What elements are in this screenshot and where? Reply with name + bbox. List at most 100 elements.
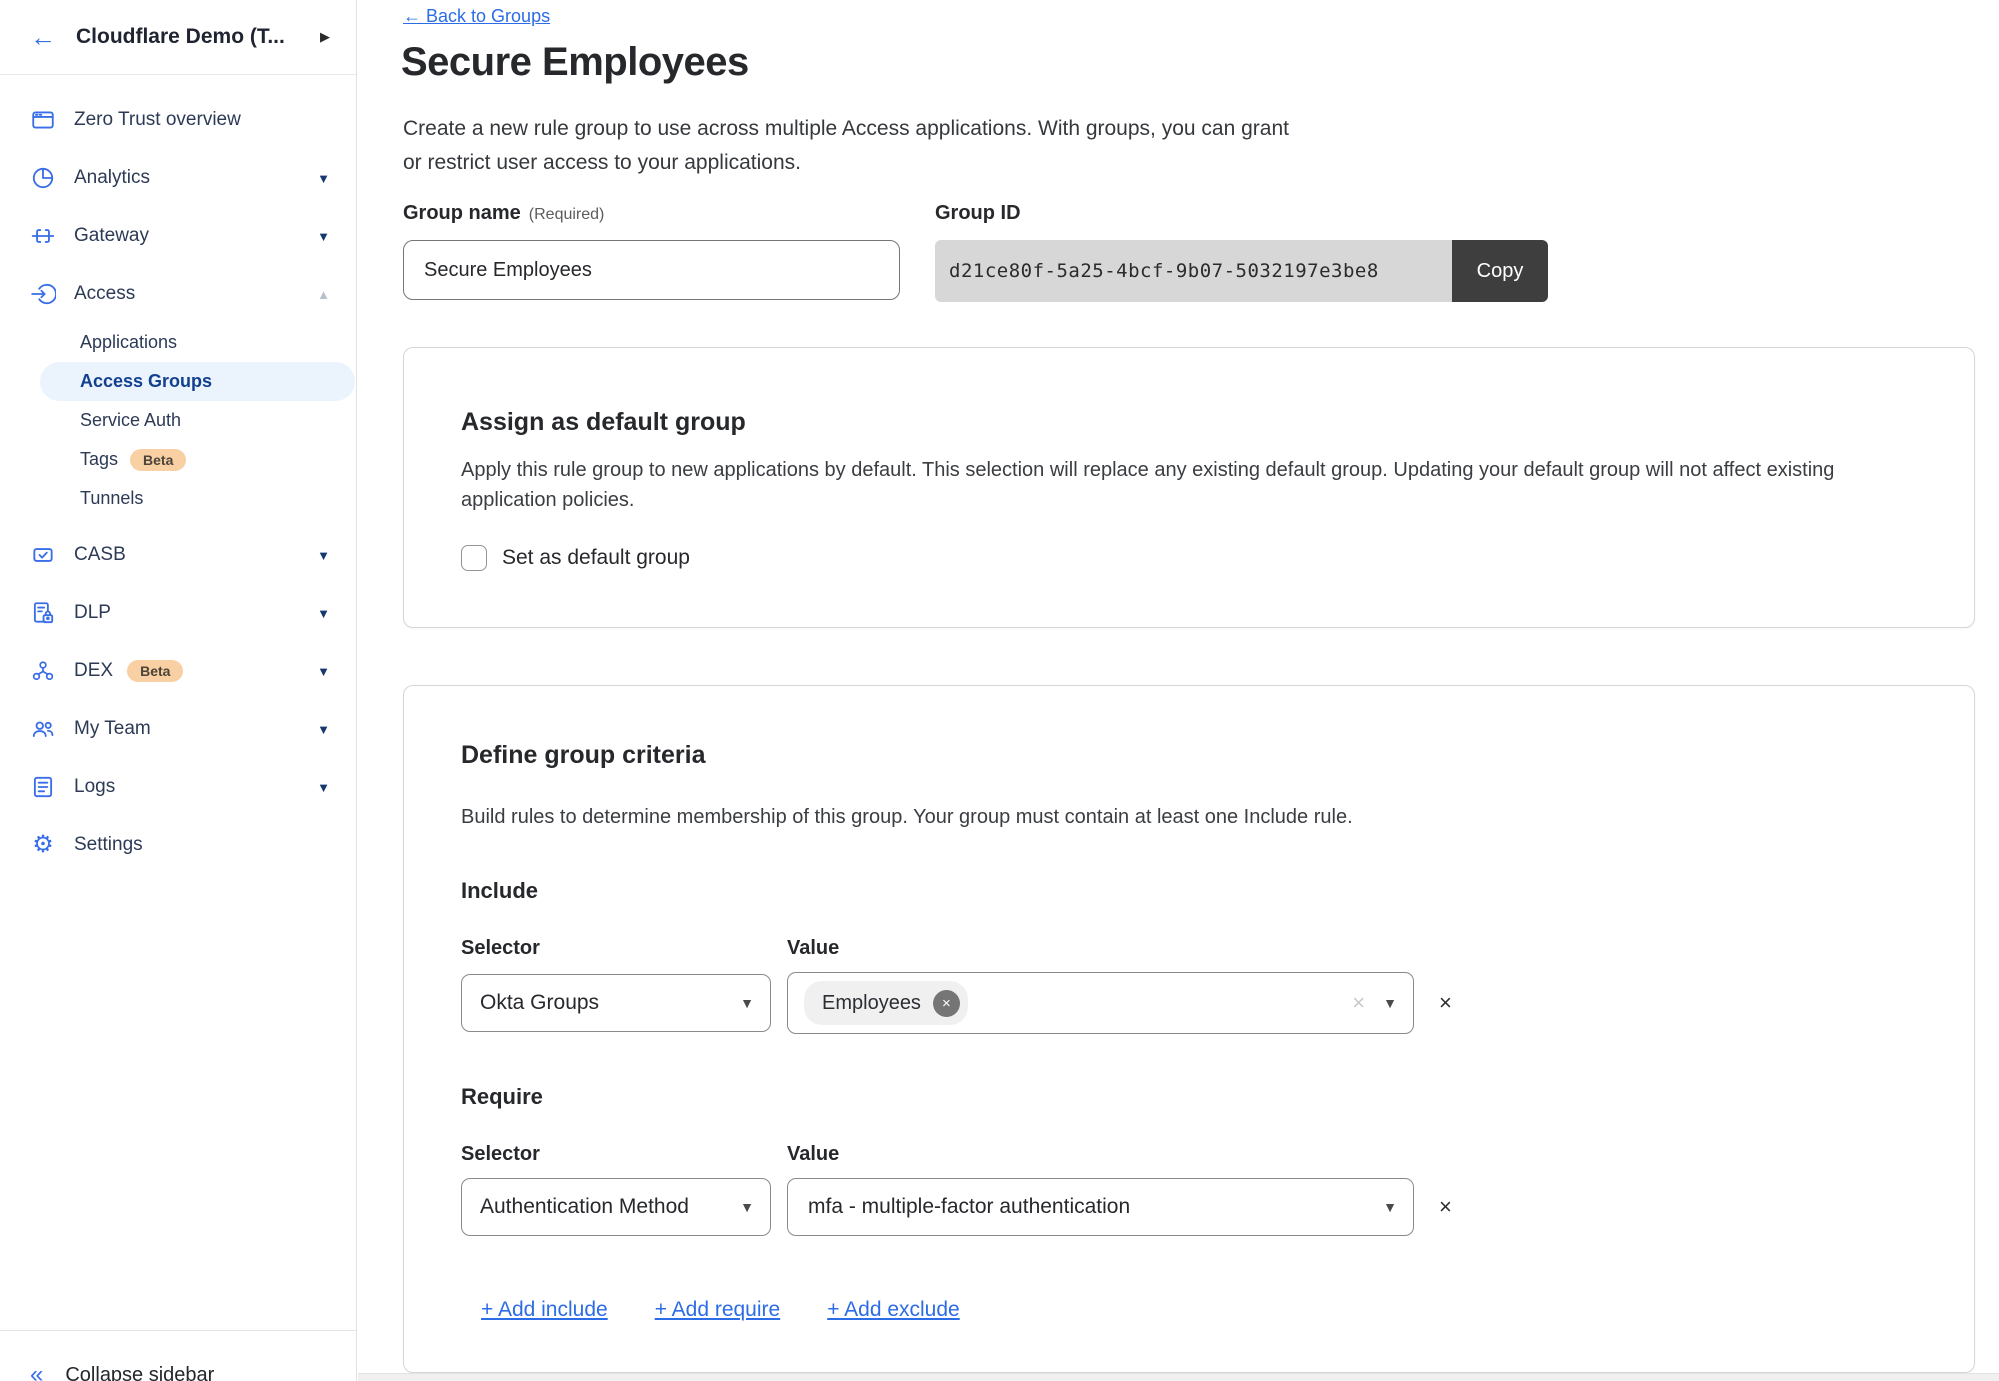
sidebar-item-my-team[interactable]: My Team ▼ bbox=[0, 700, 356, 758]
document-lock-icon bbox=[30, 600, 56, 626]
sidebar-item-label: My Team bbox=[74, 718, 151, 740]
default-group-checkbox[interactable] bbox=[461, 545, 487, 571]
account-name: Cloudflare Demo (T... bbox=[76, 25, 314, 49]
default-group-card-title: Assign as default group bbox=[461, 348, 1934, 437]
group-name-input[interactable] bbox=[403, 240, 900, 300]
require-value-dropdown[interactable]: mfa - multiple-factor authentication ▼ bbox=[787, 1178, 1414, 1236]
group-id-label: Group ID bbox=[935, 202, 1548, 225]
criteria-card-description: Build rules to determine membership of t… bbox=[461, 802, 1921, 832]
group-id-field: Group ID d21ce80f-5a25-4bcf-9b07-5032197… bbox=[935, 202, 1548, 302]
sidebar-item-label: Zero Trust overview bbox=[74, 109, 241, 131]
default-group-card: Assign as default group Apply this rule … bbox=[403, 347, 1975, 628]
group-name-label: Group name bbox=[403, 202, 521, 224]
add-include-link[interactable]: + Add include bbox=[481, 1298, 608, 1322]
include-value-label: Value bbox=[787, 937, 839, 960]
browser-window-icon bbox=[30, 107, 56, 133]
chevron-down-icon[interactable]: ▼ bbox=[317, 229, 330, 244]
sidebar: ← Cloudflare Demo (T... ▶ Zero Trust ove… bbox=[0, 0, 357, 1381]
sidebar-item-label: CASB bbox=[74, 544, 126, 566]
criteria-card: Define group criteria Build rules to det… bbox=[403, 685, 1975, 1373]
beta-badge: Beta bbox=[127, 660, 183, 682]
back-to-groups-link[interactable]: ← Back to Groups bbox=[403, 6, 550, 27]
group-id-value: d21ce80f-5a25-4bcf-9b07-5032197e3be8 bbox=[935, 240, 1452, 302]
require-rule-row: Authentication Method ▼ mfa - multiple-f… bbox=[461, 1178, 1934, 1236]
chevron-down-icon: ▼ bbox=[1383, 1199, 1397, 1215]
default-group-checkbox-label: Set as default group bbox=[502, 546, 690, 570]
sidebar-item-logs[interactable]: Logs ▼ bbox=[0, 758, 356, 816]
sidebar-item-label: Service Auth bbox=[80, 410, 181, 431]
main-content: ← Back to Groups Secure Employees Create… bbox=[358, 0, 1999, 1381]
pie-chart-icon bbox=[30, 165, 56, 191]
page-title: Secure Employees bbox=[401, 40, 749, 85]
sidebar-item-access[interactable]: Access ▲ bbox=[0, 265, 356, 323]
logs-list-icon bbox=[30, 774, 56, 800]
sidebar-item-casb[interactable]: CASB ▼ bbox=[0, 526, 356, 584]
require-selector-dropdown[interactable]: Authentication Method ▼ bbox=[461, 1178, 771, 1236]
chevron-down-icon[interactable]: ▼ bbox=[317, 722, 330, 737]
chevron-down-icon[interactable]: ▼ bbox=[317, 664, 330, 679]
sidebar-item-access-groups[interactable]: Access Groups bbox=[40, 362, 355, 401]
remove-require-rule-icon[interactable]: × bbox=[1439, 1196, 1452, 1218]
sidebar-item-label: Applications bbox=[80, 332, 177, 353]
page-description: Create a new rule group to use across mu… bbox=[403, 112, 1289, 180]
collapse-chevrons-icon: « bbox=[30, 1363, 43, 1381]
beta-badge: Beta bbox=[130, 449, 186, 471]
sidebar-item-label: Settings bbox=[74, 834, 143, 856]
bottom-strip bbox=[358, 1373, 1999, 1381]
sidebar-item-label: Access bbox=[74, 283, 135, 305]
chevron-down-icon: ▼ bbox=[1383, 995, 1397, 1011]
sidebar-item-service-auth[interactable]: Service Auth bbox=[0, 401, 356, 440]
chevron-down-icon[interactable]: ▼ bbox=[317, 780, 330, 795]
copy-button[interactable]: Copy bbox=[1452, 240, 1548, 302]
chevron-down-icon[interactable]: ▼ bbox=[317, 548, 330, 563]
remove-include-rule-icon[interactable]: × bbox=[1439, 992, 1452, 1014]
sidebar-header: ← Cloudflare Demo (T... ▶ bbox=[0, 0, 356, 75]
require-selector-label: Selector bbox=[461, 1143, 787, 1166]
require-value-label: Value bbox=[787, 1143, 839, 1166]
gear-icon: ⚙ bbox=[30, 832, 56, 858]
include-rule-row: Okta Groups ▼ Employees × × ▼ × bbox=[461, 972, 1934, 1034]
require-section-title: Require bbox=[461, 1084, 1934, 1110]
include-selector-dropdown[interactable]: Okta Groups ▼ bbox=[461, 974, 771, 1032]
criteria-card-title: Define group criteria bbox=[461, 686, 1934, 770]
chevron-up-icon[interactable]: ▲ bbox=[317, 287, 330, 302]
sidebar-item-dex[interactable]: DEX Beta ▼ bbox=[0, 642, 356, 700]
default-group-card-description: Apply this rule group to new application… bbox=[461, 455, 1921, 515]
chevron-down-icon[interactable]: ▼ bbox=[317, 171, 330, 186]
sidebar-item-dlp[interactable]: DLP ▼ bbox=[0, 584, 356, 642]
chevron-down-icon: ▼ bbox=[740, 1199, 754, 1215]
clear-values-icon[interactable]: × bbox=[1352, 990, 1365, 1016]
sidebar-item-settings[interactable]: ⚙ Settings bbox=[0, 816, 356, 874]
sidebar-item-label: Logs bbox=[74, 776, 115, 798]
include-section-title: Include bbox=[461, 878, 1934, 904]
back-arrow-icon[interactable]: ← bbox=[30, 24, 56, 50]
add-require-link[interactable]: + Add require bbox=[655, 1298, 781, 1322]
zero-trust-dashboard: ← Cloudflare Demo (T... ▶ Zero Trust ove… bbox=[0, 0, 1999, 1381]
chip-remove-icon[interactable]: × bbox=[933, 990, 960, 1017]
include-value-multiselect[interactable]: Employees × × ▼ bbox=[787, 972, 1414, 1034]
sidebar-item-applications[interactable]: Applications bbox=[0, 323, 356, 362]
account-expand-icon[interactable]: ▶ bbox=[320, 29, 330, 45]
network-nodes-icon bbox=[30, 658, 56, 684]
value-chip: Employees × bbox=[804, 981, 968, 1025]
add-exclude-link[interactable]: + Add exclude bbox=[827, 1298, 960, 1322]
sidebar-nav: Zero Trust overview Analytics ▼ bbox=[0, 75, 356, 874]
sidebar-item-analytics[interactable]: Analytics ▼ bbox=[0, 149, 356, 207]
sidebar-item-gateway[interactable]: Gateway ▼ bbox=[0, 207, 356, 265]
sidebar-item-label: Analytics bbox=[74, 167, 150, 189]
collapse-sidebar-button[interactable]: « Collapse sidebar bbox=[0, 1352, 356, 1381]
sidebar-item-zero-trust-overview[interactable]: Zero Trust overview bbox=[0, 91, 356, 149]
chevron-down-icon[interactable]: ▼ bbox=[317, 606, 330, 621]
required-hint: (Required) bbox=[529, 206, 605, 223]
sidebar-footer-divider bbox=[0, 1330, 356, 1331]
sidebar-item-tunnels[interactable]: Tunnels bbox=[0, 479, 356, 518]
access-login-icon bbox=[30, 281, 56, 307]
sidebar-item-tags[interactable]: Tags Beta bbox=[0, 440, 356, 479]
sidebar-item-label: DEX bbox=[74, 660, 113, 682]
sidebar-item-label: Tags bbox=[80, 449, 118, 470]
gateway-icon bbox=[30, 223, 56, 249]
chevron-down-icon: ▼ bbox=[740, 995, 754, 1011]
team-people-icon bbox=[30, 716, 56, 742]
collapse-sidebar-label: Collapse sidebar bbox=[65, 1364, 214, 1381]
include-selector-label: Selector bbox=[461, 937, 787, 960]
